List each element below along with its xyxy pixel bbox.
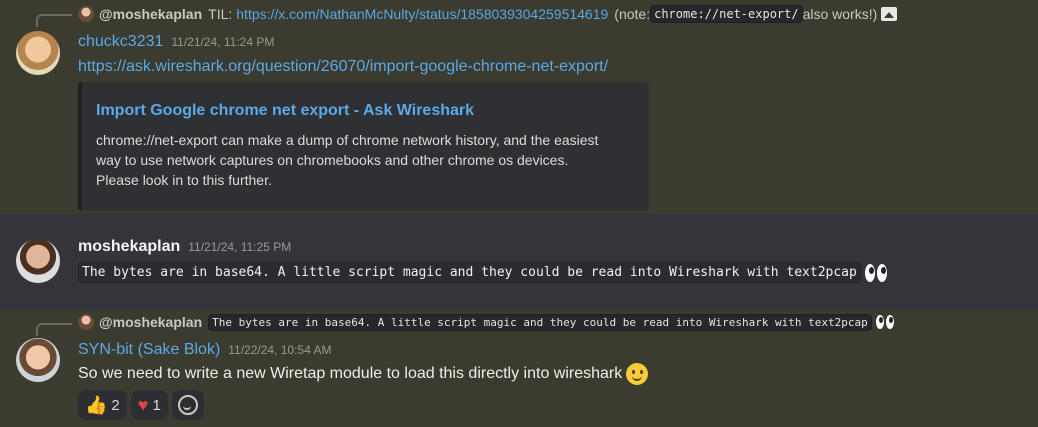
- author-name[interactable]: chuckc3231: [78, 33, 163, 51]
- add-reaction-icon: [177, 395, 198, 415]
- message-header: chuckc3231 11/21/24, 11:24 PM: [78, 33, 274, 51]
- timestamp: 11/21/24, 11:25 PM: [188, 240, 292, 254]
- reaction-thumbs-up[interactable]: 👍 2: [78, 390, 127, 420]
- avatar[interactable]: [16, 338, 60, 382]
- embed-description: chrome://net-export can make a dump of c…: [96, 130, 633, 190]
- reaction-count: 2: [111, 396, 120, 414]
- embed-description-line: way to use network captures on chromeboo…: [96, 152, 569, 168]
- author-name[interactable]: moshekaplan: [78, 238, 180, 256]
- reply-author[interactable]: @moshekaplan: [99, 6, 202, 22]
- message-moshekaplan: moshekaplan 11/21/24, 11:25 PM The bytes…: [0, 214, 1038, 310]
- inline-code: The bytes are in base64. A little script…: [78, 262, 861, 283]
- reply-link[interactable]: https://x.com/NathanMcNulty/status/18580…: [236, 6, 608, 22]
- reply-note-suffix: also works!): [802, 6, 878, 22]
- reaction-count: 1: [152, 396, 161, 414]
- reply-inline-code: chrome://net-export/: [650, 5, 803, 23]
- reply-avatar: [78, 314, 94, 330]
- message-header: moshekaplan 11/21/24, 11:25 PM: [78, 238, 291, 256]
- link-text[interactable]: https://ask.wireshark.org/question/26070…: [78, 58, 608, 75]
- reply-text: TIL:: [208, 6, 233, 22]
- eyes-emoji-icon: [864, 263, 889, 282]
- reaction-heart[interactable]: ♥ 1: [130, 390, 168, 420]
- embed-description-line: chrome://net-export can make a dump of c…: [96, 132, 599, 148]
- message-link[interactable]: https://ask.wireshark.org/question/26070…: [78, 58, 608, 76]
- author-name[interactable]: SYN-bit (Sake Blok): [78, 341, 220, 359]
- heart-icon: ♥: [137, 394, 149, 415]
- add-reaction-button[interactable]: [171, 390, 204, 420]
- thumbs-up-icon: 👍: [85, 394, 108, 415]
- embed-description-line: Please look in to this further.: [96, 172, 272, 188]
- message-text: So we need to write a new Wiretap module…: [78, 365, 623, 383]
- reply-inline-code: The bytes are in base64. A little script…: [208, 313, 872, 331]
- timestamp: 11/22/24, 10:54 AM: [228, 343, 332, 357]
- eyes-emoji-icon: [875, 315, 896, 329]
- message-header: SYN-bit (Sake Blok) 11/22/24, 10:54 AM: [78, 341, 331, 359]
- message-body: So we need to write a new Wiretap module…: [78, 363, 649, 385]
- reply-connector: [36, 323, 72, 336]
- reply-preview[interactable]: @moshekaplan TIL: https://x.com/NathanMc…: [78, 5, 898, 23]
- message-chuckc3231: @moshekaplan TIL: https://x.com/NathanMc…: [0, 0, 1038, 214]
- message-body: The bytes are in base64. A little script…: [78, 262, 889, 283]
- reply-author[interactable]: @moshekaplan: [99, 314, 202, 330]
- timestamp: 11/21/24, 11:24 PM: [171, 35, 275, 49]
- reactions-bar: 👍 2 ♥ 1: [78, 390, 204, 420]
- avatar[interactable]: [16, 239, 60, 283]
- reply-preview[interactable]: @moshekaplan The bytes are in base64. A …: [78, 313, 896, 331]
- slightly-smiling-face-icon: [626, 363, 649, 385]
- avatar[interactable]: [16, 31, 60, 75]
- link-embed: Import Google chrome net export - Ask Wi…: [78, 82, 649, 211]
- reply-avatar: [78, 6, 94, 22]
- reply-note-prefix: (note:: [614, 6, 651, 22]
- embed-title[interactable]: Import Google chrome net export - Ask Wi…: [96, 102, 633, 120]
- image-icon: [881, 7, 898, 21]
- reply-connector: [36, 14, 72, 27]
